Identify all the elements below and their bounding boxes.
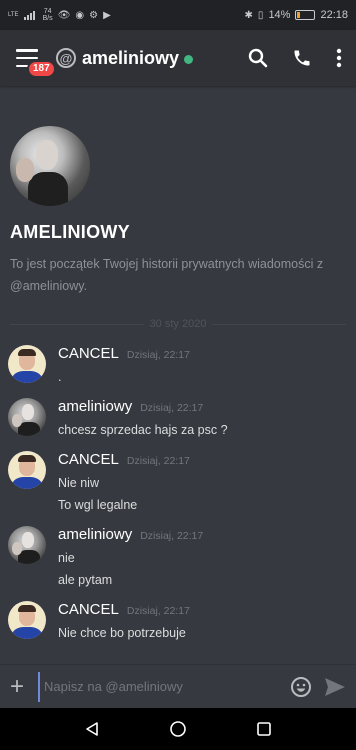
message-text: Nie niw: [58, 476, 99, 490]
network-speed-unit: B/s: [42, 15, 53, 22]
message-header: CANCEL Dzisiaj, 22:17: [58, 601, 348, 618]
menu-bar: [16, 56, 38, 60]
avatar-shape: [18, 605, 36, 612]
unread-badge: 187: [27, 60, 56, 78]
author-avatar[interactable]: [8, 451, 46, 489]
message-body: ameliniowy Dzisiaj, 22:17 nie ale pytam: [58, 526, 348, 587]
avatar-shape: [12, 477, 42, 489]
message-body: CANCEL Dzisiaj, 22:17 Nie chce bo potrzebu…: [58, 601, 348, 640]
message-text: Nie chce bo potrzebuje: [58, 626, 186, 640]
message-timestamp: Dzisiaj, 22:17: [140, 530, 204, 542]
avatar-shape: [28, 172, 68, 206]
message-author[interactable]: CANCEL: [58, 601, 119, 618]
discord-dm-screen: LTE 74 B/s 👁 ◉ ⚙ ▶ ✱ ▯ 14% 22:18 187 @ a…: [0, 0, 356, 750]
status-bar: LTE 74 B/s 👁 ◉ ⚙ ▶ ✱ ▯ 14% 22:18: [0, 0, 356, 30]
dm-title[interactable]: ameliniowy: [82, 48, 179, 69]
search-icon[interactable]: [248, 48, 268, 68]
message-header: CANCEL Dzisiaj, 22:17: [58, 451, 348, 468]
message-author[interactable]: ameliniowy: [58, 398, 132, 415]
eye-icon: 👁: [57, 9, 71, 21]
date-divider-label: 30 sty 2020: [143, 318, 213, 330]
avatar-shape: [12, 371, 42, 383]
avatar-shape: [12, 627, 42, 639]
message-body: CANCEL Dzisiaj, 22:17 Nie niw To wgl legaln…: [58, 451, 348, 512]
home-circle-icon[interactable]: [169, 720, 187, 738]
phone-icon[interactable]: [292, 48, 312, 68]
message[interactable]: CANCEL Dzisiaj, 22:17 Nie chce bo potrzebu…: [8, 601, 348, 640]
menu-bar: [16, 49, 38, 52]
author-avatar[interactable]: [8, 398, 46, 436]
system-nav-bar: [0, 708, 356, 750]
more-vertical-icon[interactable]: [336, 48, 342, 68]
message-header: ameliniowy Dzisiaj, 22:17: [58, 526, 348, 543]
network-speed-value: 74: [43, 8, 52, 15]
author-avatar[interactable]: [8, 345, 46, 383]
at-icon: @: [56, 48, 76, 68]
online-status-dot: [184, 54, 194, 64]
author-avatar[interactable]: [8, 526, 46, 564]
status-left: LTE 74 B/s 👁 ◉ ⚙ ▶: [8, 8, 111, 22]
message-timestamp: Dzisiaj, 22:17: [140, 402, 204, 414]
vibrate-icon: ▯: [257, 9, 264, 21]
message[interactable]: CANCEL Dzisiaj, 22:17.: [8, 345, 348, 384]
menu-button[interactable]: 187: [16, 49, 56, 78]
message-body: ameliniowy Dzisiaj, 22:17 chcesz sprzedac …: [58, 398, 348, 437]
message-author[interactable]: ameliniowy: [58, 526, 132, 543]
avatar-shape: [18, 349, 36, 356]
message-header: ameliniowy Dzisiaj, 22:17: [58, 398, 348, 415]
message[interactable]: ameliniowy Dzisiaj, 22:17 nie ale pytam: [8, 526, 348, 587]
message[interactable]: ameliniowy Dzisiaj, 22:17 chcesz sprzedac …: [8, 398, 348, 437]
avatar-shape: [22, 404, 34, 420]
add-attachment-button[interactable]: +: [10, 674, 28, 698]
message-text: chcesz sprzedac hajs za psc ?: [58, 423, 228, 437]
header-actions: [248, 48, 342, 68]
dm-intro: AMELINIOWY To jest początek Twojej histo…: [0, 126, 356, 297]
message-header: CANCEL Dzisiaj, 22:17: [58, 345, 348, 362]
intro-description: To jest początek Twojej historii prywatn…: [10, 257, 324, 293]
message-input[interactable]: [38, 671, 282, 702]
message[interactable]: CANCEL Dzisiaj, 22:17 Nie niw To wgl legaln…: [8, 451, 348, 512]
settings-notif-icon: ⚙: [89, 9, 99, 21]
battery-percent: 14%: [268, 9, 291, 21]
message-timestamp: Dzisiaj, 22:17: [126, 349, 190, 361]
signal-icon: [23, 11, 35, 20]
battery-fill: [297, 12, 300, 18]
clock: 22:18: [320, 9, 348, 21]
message-text: nie: [58, 551, 75, 565]
avatar-shape: [36, 140, 58, 170]
profile-name: AMELINIOWY: [10, 222, 130, 242]
network-label: LTE: [8, 12, 19, 18]
recents-square-icon[interactable]: [256, 721, 272, 737]
channel-header: 187 @ ameliniowy: [0, 30, 356, 86]
battery-icon: [295, 10, 316, 20]
avatar-shape: [16, 158, 34, 182]
send-icon[interactable]: [324, 677, 346, 697]
network-speed: 74 B/s: [43, 8, 53, 22]
message-author[interactable]: CANCEL: [58, 345, 119, 362]
message-composer: +: [0, 664, 356, 708]
status-right: ✱ ▯ 14% 22:18: [245, 9, 348, 21]
message-body: CANCEL Dzisiaj, 22:17.: [58, 345, 348, 384]
message-list: CANCEL Dzisiaj, 22:17. ameliniowy Dzisiaj, …: [0, 345, 356, 640]
author-avatar[interactable]: [8, 601, 46, 639]
message-text: ale pytam: [58, 573, 113, 587]
avatar-shape: [12, 542, 22, 555]
video-icon: ▶: [103, 9, 111, 21]
avatar-shape: [22, 532, 34, 548]
message-timestamp: Dzisiaj, 22:17: [126, 455, 190, 467]
bluetooth-icon: ✱: [244, 9, 253, 21]
message-timestamp: Dzisiaj, 22:17: [126, 605, 190, 617]
avatar-shape: [12, 414, 22, 427]
avatar-shape: [18, 455, 36, 462]
message-text: To wgl legalne: [58, 498, 138, 512]
date-divider: 30 sty 2020: [10, 317, 346, 331]
back-triangle-icon[interactable]: [84, 721, 100, 737]
profile-avatar[interactable]: [10, 126, 90, 206]
messenger-icon: ◉: [75, 9, 85, 21]
emoji-icon[interactable]: [290, 676, 312, 698]
message-text: .: [58, 370, 62, 384]
message-author[interactable]: CANCEL: [58, 451, 119, 468]
